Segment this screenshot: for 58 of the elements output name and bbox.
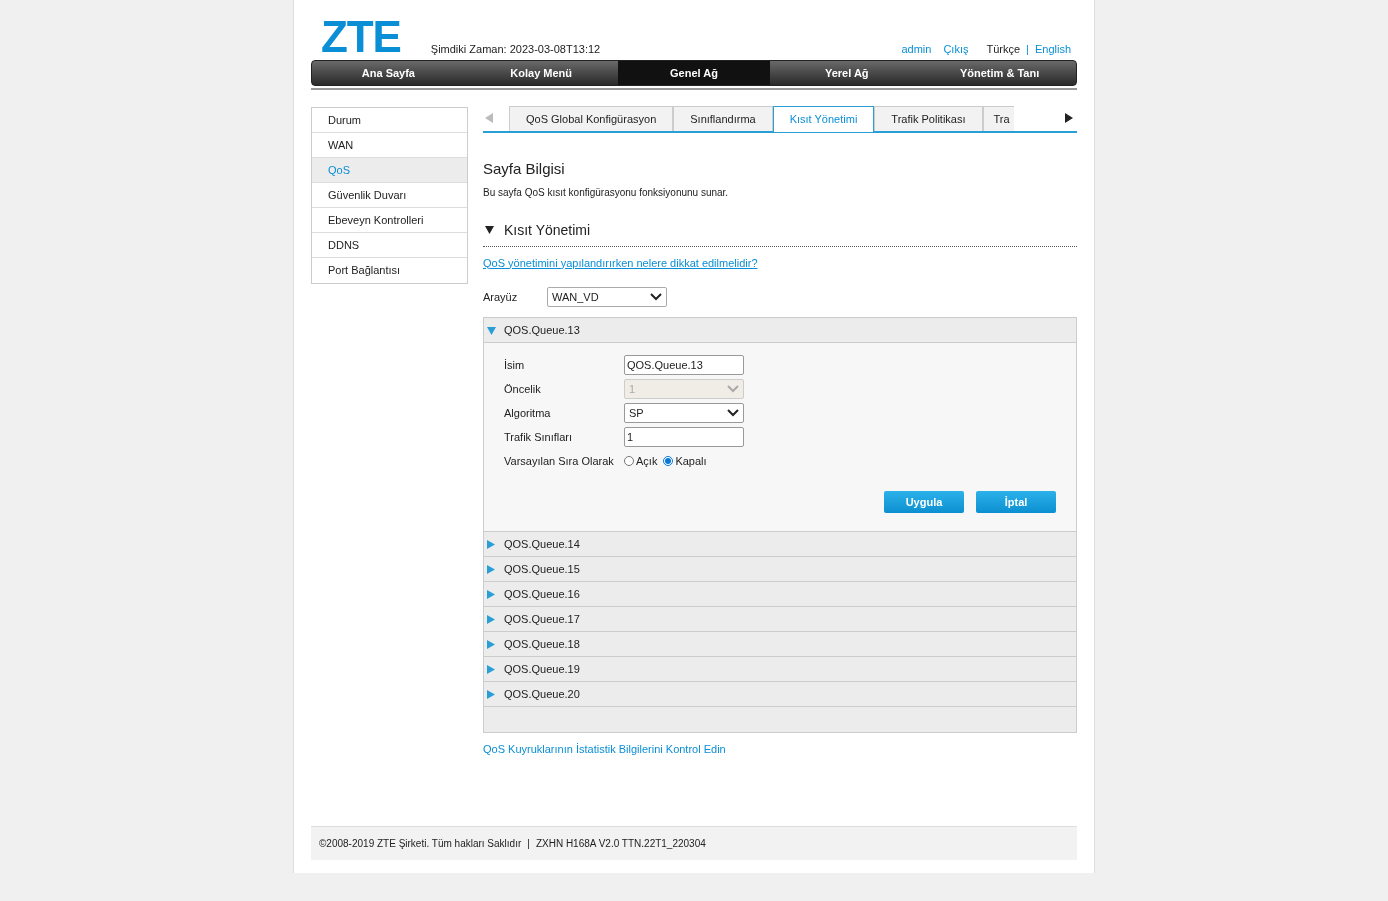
page-info-description: Bu sayfa QoS kısıt konfigürasyonu fonksiyonunu sunar.: [483, 185, 730, 200]
section-title: Kısıt Yönetimi: [504, 220, 591, 240]
field-label: İsim: [504, 357, 526, 373]
tab[interactable]: Sınıflandırma: [673, 106, 773, 131]
interface-label: Arayüz: [483, 289, 519, 305]
input-field[interactable]: 1: [624, 427, 744, 447]
field-label: Varsayılan Sıra Olarak: [504, 453, 615, 469]
field-label: Algoritma: [504, 405, 552, 421]
queue-name: QOS.Queue.16: [504, 586, 580, 602]
queue-header[interactable]: QOS.Queue.19: [484, 657, 1076, 682]
nav-tab[interactable]: Yönetim & Tanı: [923, 61, 1076, 85]
queue-name: QOS.Queue.17: [504, 611, 580, 627]
nav-tab[interactable]: Ana Sayfa: [312, 61, 465, 85]
language-link[interactable]: Türkçe: [986, 40, 1021, 57]
interface-select[interactable]: WAN_VD: [547, 287, 667, 307]
tab[interactable]: Trafik Politikası: [874, 106, 983, 131]
logout-link[interactable]: Çıkış: [943, 40, 969, 57]
tab[interactable]: Kısıt Yönetimi: [772, 106, 875, 132]
language-separator: |: [1026, 41, 1029, 57]
input-field[interactable]: QOS.Queue.13: [624, 355, 744, 375]
queue-name: QOS.Queue.15: [504, 561, 580, 577]
help-link[interactable]: QoS yönetimini yapılandırırken nelere dikkat edilmelidir?: [483, 254, 758, 271]
queue-header[interactable]: QOS.Queue.14: [484, 532, 1076, 557]
queue-name: QOS.Queue.14: [504, 536, 580, 552]
current-time: Şimdiki Zaman: 2023-03-08T13:12: [430, 41, 601, 57]
user-link[interactable]: admin: [901, 40, 932, 57]
tab[interactable]: QoS Global Konfigürasyon: [509, 106, 674, 131]
queue-name: QOS.Queue.20: [504, 686, 580, 702]
select-field[interactable]: SP: [624, 403, 744, 423]
nav-tab[interactable]: Genel Ağ: [617, 61, 771, 85]
nav-tab[interactable]: Yerel Ağ: [770, 61, 924, 85]
queue-header[interactable]: QOS.Queue.16: [484, 582, 1076, 607]
triangle-down-icon[interactable]: [485, 226, 494, 234]
stats-link[interactable]: QoS Kuyruklarının İstatistik Bilgilerini Kontrol Edin: [483, 741, 726, 758]
page-info-title: Sayfa Bilgisi: [483, 159, 566, 179]
queue-name: QOS.Queue.13: [504, 322, 580, 338]
logo: ZTE: [321, 17, 401, 57]
queue-name: QOS.Queue.19: [504, 661, 580, 677]
tab[interactable]: Tra: [982, 106, 1014, 131]
queue-name: QOS.Queue.18: [504, 636, 580, 652]
queue-header[interactable]: QOS.Queue.18: [484, 632, 1076, 657]
version-text: ZXHN H168A V2.0 TTN.22T1_220304: [535, 837, 706, 851]
queue-header[interactable]: QOS.Queue.20: [484, 682, 1076, 707]
nav-tab[interactable]: Kolay Menü: [464, 61, 618, 85]
right-arrow-icon[interactable]: [1065, 113, 1073, 123]
footer-separator: |: [527, 837, 530, 851]
chevron-down-icon: [727, 385, 739, 393]
queue-header[interactable]: QOS.Queue.17: [484, 607, 1076, 632]
field-label: Trafik Sınıfları: [504, 429, 574, 445]
language-link[interactable]: English: [1034, 40, 1071, 57]
queue-header[interactable]: QOS.Queue.13: [484, 318, 1076, 343]
chevron-down-icon: [727, 409, 739, 417]
queue-header[interactable]: QOS.Queue.15: [484, 557, 1076, 582]
chevron-down-icon: [650, 293, 662, 301]
field-label: Öncelik: [504, 381, 542, 397]
radio-option[interactable]: Açık: [624, 452, 658, 470]
copyright-text: ©2008-2019 ZTE Şirketi. Tüm hakları Saklıdır: [319, 837, 522, 851]
radio-option[interactable]: Kapalı: [663, 452, 707, 470]
